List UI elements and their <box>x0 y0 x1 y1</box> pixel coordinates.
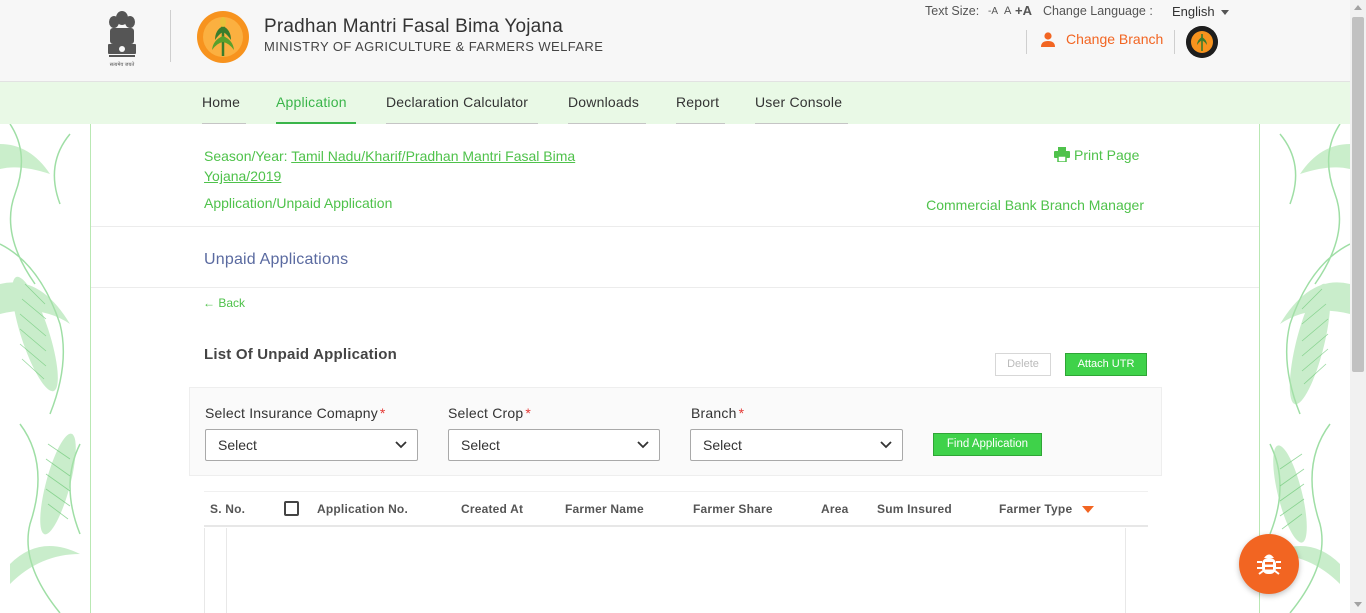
language-select[interactable]: English <box>1172 4 1229 19</box>
text-size-decrease-button[interactable]: -A <box>988 6 998 17</box>
print-page-label: Print Page <box>1074 147 1140 163</box>
column-header-created-at: Created At <box>461 502 524 516</box>
emblem-caption: सत्यमेव जयते <box>110 61 135 68</box>
page-title: Unpaid Applications <box>204 251 349 268</box>
scrollbar-thumb[interactable] <box>1352 17 1364 372</box>
insurance-company-value: Select <box>218 437 257 453</box>
season-year-label: Season/Year: <box>204 148 292 164</box>
branch-value: Select <box>703 437 742 453</box>
nav-item-user-console[interactable]: User Console <box>755 82 848 124</box>
user-icon <box>1041 32 1055 47</box>
nav-item-declaration-calculator[interactable]: Declaration Calculator <box>386 82 538 124</box>
nav-item-downloads[interactable]: Downloads <box>568 82 646 124</box>
column-header-farmer-name: Farmer Name <box>565 502 644 516</box>
season-year: Season/Year: Tamil Nadu/Kharif/Pradhan M… <box>204 146 624 186</box>
header-separator <box>1174 30 1175 54</box>
app-title: Pradhan Mantri Fasal Bima Yojana <box>264 16 563 37</box>
print-page-button[interactable]: Print Page <box>1054 147 1139 163</box>
scroll-down-arrow-icon[interactable] <box>1354 602 1362 607</box>
delete-button[interactable]: Delete <box>995 353 1051 376</box>
find-application-button[interactable]: Find Application <box>933 433 1042 456</box>
nav-item-report[interactable]: Report <box>676 82 725 124</box>
app-subtitle: MINISTRY OF AGRICULTURE & FARMERS WELFAR… <box>264 39 604 54</box>
language-value: English <box>1172 4 1215 19</box>
main-card: Season/Year: Tamil Nadu/Kharif/Pradhan M… <box>90 124 1260 613</box>
printer-icon <box>1054 147 1070 163</box>
change-language-label: Change Language : <box>1043 4 1153 18</box>
crop-label: Select Crop * <box>448 405 532 421</box>
column-header-area: Area <box>821 502 849 516</box>
text-size-increase-button[interactable]: +A <box>1015 3 1032 18</box>
crop-value: Select <box>461 437 500 453</box>
nav-item-home[interactable]: Home <box>202 82 246 124</box>
insurance-company-label: Select Insurance Comapny * <box>205 405 386 421</box>
sort-desc-icon[interactable] <box>1082 506 1094 513</box>
chevron-down-icon <box>880 441 892 449</box>
page-scrollbar[interactable] <box>1350 0 1366 613</box>
column-header-sum-insured: Sum Insured <box>877 502 952 516</box>
column-header-sno: S. No. <box>210 502 246 516</box>
table-column-divider <box>226 528 227 613</box>
main-nav: Home Application Declaration Calculator … <box>0 82 1350 124</box>
divider <box>91 226 1259 227</box>
filter-panel: Select Insurance Comapny * Select Select … <box>189 387 1162 476</box>
branch-label: Branch * <box>691 405 745 421</box>
chevron-down-icon <box>637 441 649 449</box>
change-branch-label: Change Branch <box>1066 31 1164 47</box>
national-emblem-icon: सत्यमेव जयते <box>108 11 136 68</box>
attach-utr-button[interactable]: Attach UTR <box>1065 353 1147 376</box>
corn-decoration-left <box>0 124 81 613</box>
user-role: Commercial Bank Branch Manager <box>926 197 1144 213</box>
column-header-application-no: Application No. <box>317 502 408 516</box>
text-size-label: Text Size: <box>925 4 980 18</box>
insurance-company-select[interactable]: Select <box>205 429 418 461</box>
avatar[interactable] <box>1186 26 1218 58</box>
list-title: List Of Unpaid Application <box>204 346 397 363</box>
report-bug-button[interactable] <box>1239 534 1299 594</box>
site-header: सत्यमेव जयते Pradhan Mantri Fasal Bima Y… <box>0 0 1350 82</box>
change-branch-button[interactable]: Change Branch <box>1040 31 1163 47</box>
breadcrumb: Application/Unpaid Application <box>204 195 393 211</box>
crop-select[interactable]: Select <box>448 429 660 461</box>
nav-item-application[interactable]: Application <box>276 82 356 124</box>
back-link[interactable]: ← Back <box>203 296 245 310</box>
text-size-reset-button[interactable]: A <box>1004 5 1011 17</box>
column-header-farmer-share: Farmer Share <box>693 502 773 516</box>
header-divider <box>170 10 171 62</box>
table-header: S. No. Application No. Created At Farmer… <box>204 491 1148 527</box>
column-header-farmer-type: Farmer Type <box>999 502 1073 516</box>
pmfby-logo-icon <box>197 11 249 63</box>
table-body <box>204 528 1126 613</box>
header-separator <box>1026 30 1027 54</box>
bug-icon <box>1257 554 1281 575</box>
branch-select[interactable]: Select <box>690 429 903 461</box>
scroll-up-arrow-icon[interactable] <box>1354 5 1362 10</box>
select-all-checkbox[interactable] <box>284 501 299 516</box>
avatar-logo-icon <box>1186 26 1218 58</box>
chevron-down-icon <box>395 441 407 449</box>
divider <box>91 287 1259 288</box>
chevron-down-icon <box>1220 10 1229 16</box>
